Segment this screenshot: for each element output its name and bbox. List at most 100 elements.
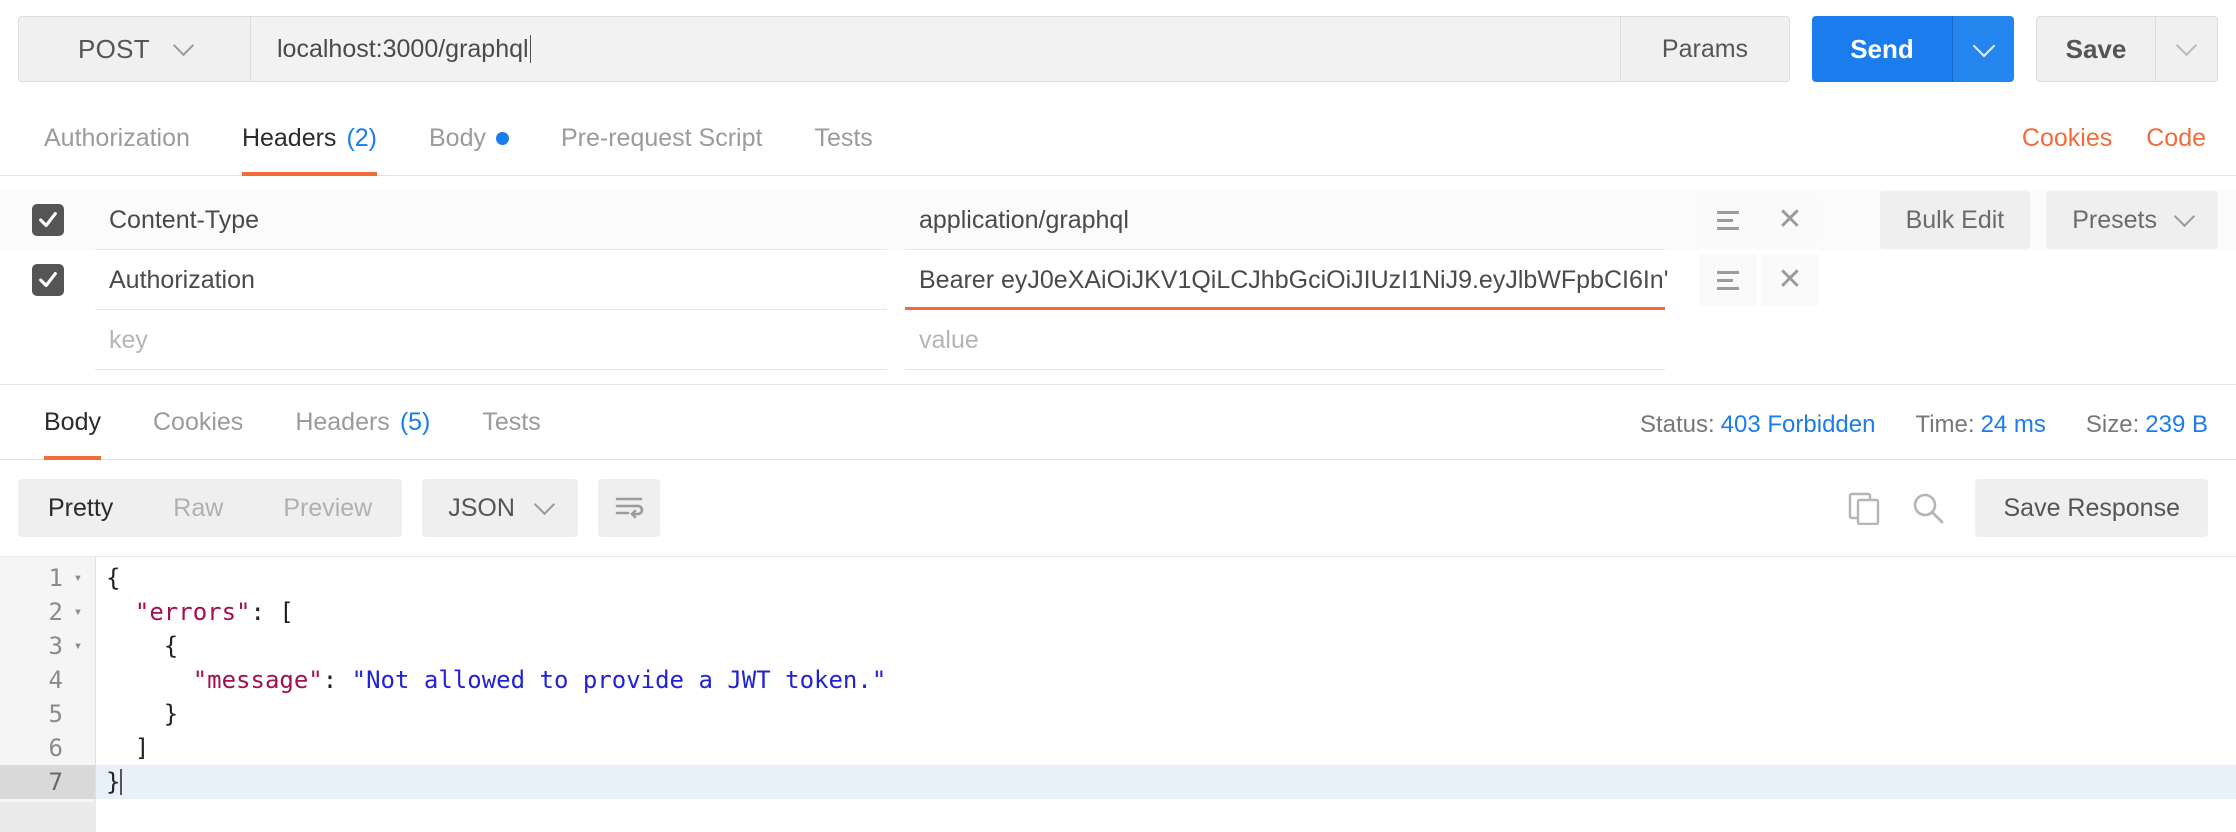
- word-wrap-button[interactable]: [597, 479, 660, 537]
- code-line: }: [96, 765, 2236, 799]
- input-underline: [95, 369, 887, 370]
- tab-label: Body: [44, 408, 101, 436]
- status-label: Status:: [1639, 411, 1715, 438]
- tab-headers[interactable]: Headers (2): [216, 124, 403, 176]
- tab-tests[interactable]: Tests: [788, 124, 898, 175]
- json-key: "errors": [134, 598, 251, 626]
- response-view-mode-group: Pretty Raw Preview: [18, 479, 403, 537]
- chevron-down-icon: [1972, 34, 1995, 57]
- row-delete-button[interactable]: ✕: [1761, 194, 1819, 246]
- code-line: "message": "Not allowed to provide a JWT…: [96, 663, 2236, 697]
- copy-button[interactable]: [1847, 491, 1881, 525]
- chevron-down-icon: [533, 493, 556, 516]
- response-tab-headers[interactable]: Headers (5): [269, 408, 456, 459]
- tab-label: Body: [429, 124, 486, 152]
- response-body-code[interactable]: { "errors": [ { "message": "Not allowed …: [96, 557, 2236, 832]
- chevron-down-icon: [172, 34, 195, 57]
- row-enable-cell: [0, 264, 95, 296]
- json-punctuation: [106, 666, 193, 694]
- view-mode-raw[interactable]: Raw: [143, 479, 253, 537]
- row-description-button[interactable]: [1699, 254, 1757, 306]
- save-button[interactable]: Save: [2036, 16, 2156, 82]
- new-header-value-input[interactable]: value: [905, 310, 1683, 370]
- row-checkbox-empty[interactable]: [32, 324, 64, 356]
- chevron-down-icon: [2173, 205, 2196, 228]
- line-number: 1 ▾: [0, 561, 95, 595]
- search-button[interactable]: [1911, 491, 1945, 525]
- fold-arrow-icon[interactable]: ▾: [71, 604, 85, 620]
- view-mode-pretty[interactable]: Pretty: [18, 479, 143, 537]
- request-url-value: localhost:3000/graphql: [277, 34, 529, 63]
- params-button[interactable]: Params: [1621, 17, 1789, 81]
- table-row: Authorization Bearer eyJ0eXAiOiJKV1QiLCJ…: [0, 250, 2236, 310]
- json-punctuation: :: [322, 666, 352, 694]
- tab-label: Tests: [482, 408, 541, 436]
- presets-button[interactable]: Presets: [2046, 191, 2218, 249]
- value-placeholder: value: [919, 325, 979, 354]
- tab-authorization[interactable]: Authorization: [18, 124, 216, 175]
- header-value-value: Bearer eyJ0eXAiOiJKV1QiLCJhbGciOiJIUzI1N…: [919, 265, 1669, 294]
- response-body-viewer[interactable]: 1 ▾ 2 ▾ 3 ▾ 4 5 6 7 { "errors": [ { "message": "N…: [0, 556, 2236, 832]
- size-label: Size:: [2085, 411, 2140, 438]
- key-placeholder: key: [109, 325, 148, 354]
- table-row: Content-Type application/graphql ✕ Bulk …: [0, 190, 2236, 250]
- close-icon: ✕: [1777, 203, 1803, 236]
- line-number: 7: [0, 765, 95, 799]
- tab-label: Pre-request Script: [560, 124, 763, 152]
- cookies-link[interactable]: Cookies: [2022, 124, 2112, 153]
- response-tab-body[interactable]: Body: [18, 408, 127, 460]
- url-bar: POST localhost:3000/graphql Params Send …: [0, 0, 2236, 98]
- fold-arrow-icon[interactable]: ▾: [71, 570, 85, 586]
- json-punctuation: : [: [250, 598, 294, 626]
- send-button[interactable]: Send: [1812, 16, 1952, 82]
- list-icon: [1717, 270, 1739, 290]
- tab-label: Headers: [241, 124, 337, 152]
- header-key-input[interactable]: Content-Type: [95, 190, 905, 250]
- request-url-input[interactable]: localhost:3000/graphql: [251, 17, 1621, 81]
- size-badge: Size: 239 B: [2086, 411, 2208, 439]
- http-method-select[interactable]: POST: [19, 17, 251, 81]
- status-badge: Status: 403 Forbidden: [1640, 411, 1876, 439]
- response-format-select[interactable]: JSON: [422, 479, 578, 537]
- bulk-edit-button[interactable]: Bulk Edit: [1879, 191, 2031, 249]
- row-description-button[interactable]: [1699, 194, 1757, 246]
- json-punctuation: [106, 598, 135, 626]
- row-checkbox[interactable]: [31, 264, 64, 296]
- line-number: 6: [48, 734, 63, 762]
- code-link[interactable]: Code: [2146, 124, 2206, 153]
- header-key-input[interactable]: Authorization: [95, 250, 905, 310]
- response-tab-cookies[interactable]: Cookies: [127, 408, 269, 459]
- gutter-bottom-filler: [0, 802, 96, 832]
- tab-count-badge: (5): [399, 408, 431, 436]
- header-value-input[interactable]: application/graphql: [905, 190, 1683, 250]
- line-number: 4: [48, 666, 63, 694]
- row-actions: ✕: [1699, 194, 1819, 246]
- close-icon: ✕: [1777, 263, 1803, 296]
- save-options-button[interactable]: [2156, 16, 2218, 82]
- view-mode-preview[interactable]: Preview: [253, 479, 402, 537]
- save-response-button[interactable]: Save Response: [1975, 479, 2208, 537]
- tab-pre-request-script[interactable]: Pre-request Script: [535, 124, 788, 175]
- presets-label: Presets: [2072, 205, 2157, 234]
- chevron-down-icon: [2175, 34, 2198, 57]
- response-format-label: JSON: [448, 493, 515, 522]
- copy-icon: [1849, 492, 1880, 525]
- check-icon: [38, 272, 57, 288]
- http-method-label: POST: [78, 33, 150, 64]
- body-modified-dot-icon: [495, 132, 509, 145]
- text-caret: [120, 769, 123, 795]
- row-enable-cell: [0, 204, 95, 236]
- tab-bar-right-links: Cookies Code: [2022, 124, 2218, 175]
- new-header-key-input[interactable]: key: [95, 310, 905, 370]
- row-enable-cell: [0, 324, 95, 356]
- response-meta: Status: 403 Forbidden Time: 24 ms Size: 239…: [1640, 411, 2218, 459]
- fold-arrow-icon[interactable]: ▾: [71, 638, 85, 654]
- response-tab-tests[interactable]: Tests: [456, 408, 566, 459]
- json-punctuation: {: [106, 632, 179, 660]
- row-checkbox[interactable]: [31, 204, 64, 236]
- tab-body[interactable]: Body: [403, 124, 535, 175]
- row-delete-button[interactable]: ✕: [1761, 254, 1819, 306]
- header-value-input[interactable]: Bearer eyJ0eXAiOiJKV1QiLCJhbGciOiJIUzI1N…: [905, 250, 1683, 310]
- send-options-button[interactable]: [1952, 16, 2014, 82]
- json-punctuation: }: [106, 768, 121, 796]
